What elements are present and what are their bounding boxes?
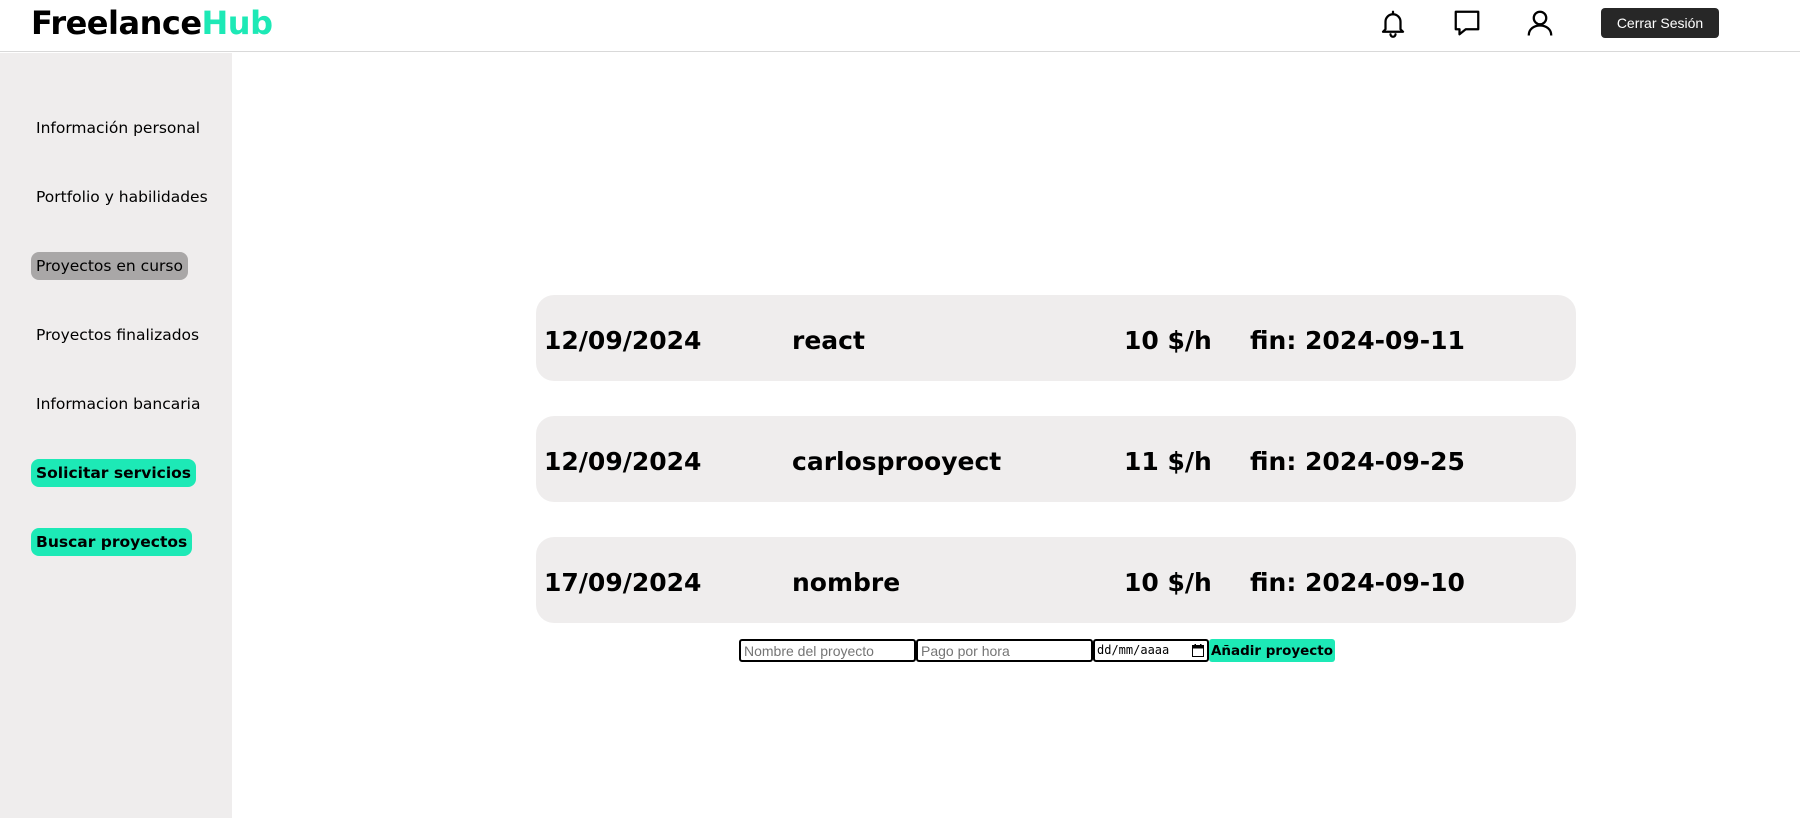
sidebar-item-portfolio[interactable]: Portfolio y habilidades xyxy=(31,183,213,211)
chat-icon[interactable] xyxy=(1450,6,1484,40)
user-icon[interactable] xyxy=(1523,6,1557,40)
add-project-button[interactable]: Añadir proyecto xyxy=(1209,639,1335,662)
project-end-date: fin: 2024-09-25 xyxy=(1250,447,1465,476)
sidebar-item-bank-info[interactable]: Informacion bancaria xyxy=(31,390,205,418)
project-card: 12/09/2024 react 10 $/h fin: 2024-09-11 xyxy=(536,295,1576,381)
end-date-input[interactable]: dd/mm/aaaa xyxy=(1093,639,1209,662)
project-start-date: 12/09/2024 xyxy=(544,447,702,476)
project-name: nombre xyxy=(792,568,901,597)
sidebar-item-finished-projects[interactable]: Proyectos finalizados xyxy=(31,321,204,349)
project-end-date: fin: 2024-09-11 xyxy=(1250,326,1465,355)
request-services-button[interactable]: Solicitar servicios xyxy=(31,459,197,487)
project-rate: 10 $/h xyxy=(1124,568,1212,597)
sidebar-item-personal-info[interactable]: Información personal xyxy=(31,114,205,142)
project-end-date: fin: 2024-09-10 xyxy=(1250,568,1465,597)
project-name: react xyxy=(792,326,865,355)
project-name-input[interactable] xyxy=(739,639,916,662)
project-name: carlosprooyect xyxy=(792,447,1002,476)
brand-logo[interactable]: FreelanceHub xyxy=(31,4,273,42)
sidebar-item-ongoing-projects[interactable]: Proyectos en curso xyxy=(31,252,188,280)
project-start-date: 12/09/2024 xyxy=(544,326,702,355)
calendar-icon[interactable] xyxy=(1192,644,1204,657)
date-placeholder: dd/mm/aaaa xyxy=(1097,643,1170,657)
brand-part-2: Hub xyxy=(201,4,273,42)
bell-icon[interactable] xyxy=(1376,6,1410,40)
sidebar: Información personal Portfolio y habilid… xyxy=(0,53,232,818)
project-rate: 10 $/h xyxy=(1124,326,1212,355)
hourly-rate-input[interactable] xyxy=(916,639,1093,662)
top-header: FreelanceHub Cerrar Sesión xyxy=(0,0,1800,52)
project-card: 12/09/2024 carlosprooyect 11 $/h fin: 20… xyxy=(536,416,1576,502)
project-rate: 11 $/h xyxy=(1124,447,1212,476)
project-card: 17/09/2024 nombre 10 $/h fin: 2024-09-10 xyxy=(536,537,1576,623)
brand-part-1: Freelance xyxy=(31,4,202,42)
project-start-date: 17/09/2024 xyxy=(544,568,702,597)
search-projects-button[interactable]: Buscar proyectos xyxy=(31,528,193,556)
logout-button[interactable]: Cerrar Sesión xyxy=(1601,8,1719,38)
